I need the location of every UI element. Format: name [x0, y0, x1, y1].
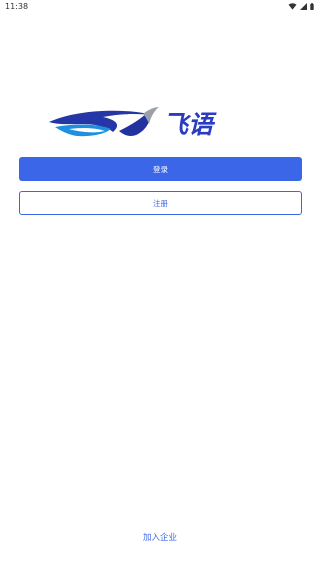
- battery-icon: [310, 3, 314, 10]
- app-screen: 11:38 飞语 登录 注册 加入企业: [0, 0, 320, 570]
- login-button[interactable]: 登录: [19, 157, 302, 181]
- join-enterprise-label: 加入企业: [142, 533, 177, 543]
- status-bar: 11:38: [0, 0, 320, 13]
- status-icons: [288, 3, 314, 10]
- register-button[interactable]: 注册: [19, 191, 302, 215]
- join-enterprise-link[interactable]: 加入企业: [0, 531, 320, 543]
- wifi-icon: [288, 3, 297, 10]
- brand-name: 飞语: [163, 110, 217, 139]
- signal-icon: [300, 3, 307, 10]
- status-time: 11:38: [5, 2, 29, 11]
- register-button-label: 注册: [153, 198, 168, 208]
- brand-logo: 飞语: [47, 106, 269, 140]
- login-button-label: 登录: [153, 164, 168, 174]
